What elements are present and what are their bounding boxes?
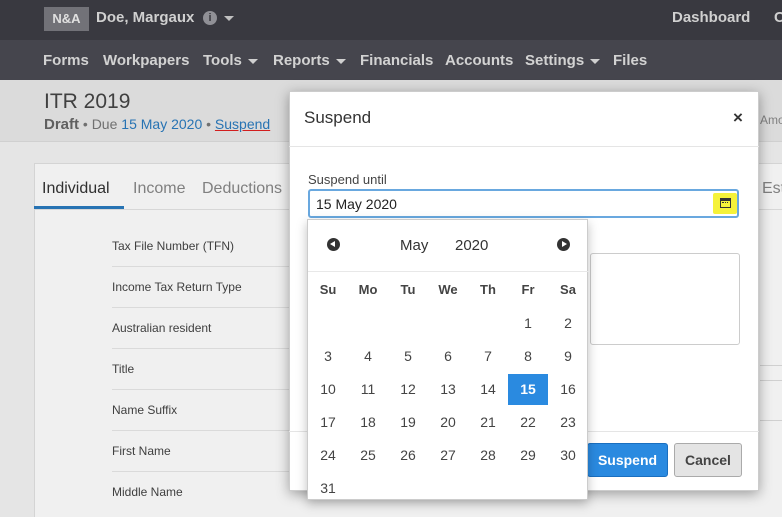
weekday-label: Fr <box>521 282 535 297</box>
calendar-day[interactable]: 29 <box>508 439 548 472</box>
weekday-label: Th <box>480 282 496 297</box>
calendar-empty-cell <box>308 307 348 340</box>
weekday-label: Mo <box>358 282 378 297</box>
calendar-day[interactable]: 20 <box>428 406 468 439</box>
calendar-empty-cell <box>428 307 468 340</box>
calendar-day[interactable]: 4 <box>348 340 388 373</box>
calendar-empty-cell <box>348 307 388 340</box>
weekday-label: Tu <box>400 282 416 297</box>
calendar-week-row: 3456789 <box>308 340 589 373</box>
calendar-day[interactable]: 23 <box>548 406 588 439</box>
calendar-empty-cell <box>468 307 508 340</box>
calendar-day[interactable]: 27 <box>428 439 468 472</box>
weekday-label: Sa <box>560 282 576 297</box>
datepicker: May 2020 Su Mo Tu We Th Fr Sa 1234567891… <box>307 219 589 500</box>
calendar-day[interactable]: 12 <box>388 373 428 406</box>
calendar-day[interactable]: 16 <box>548 373 588 406</box>
calendar-day[interactable]: 22 <box>508 406 548 439</box>
suspend-until-label: Suspend until <box>308 172 387 187</box>
modal-header-divider <box>289 146 759 147</box>
calendar-day[interactable]: 6 <box>428 340 468 373</box>
weekday-label: Su <box>319 282 337 297</box>
calendar-day[interactable]: 5 <box>388 340 428 373</box>
calendar-day[interactable]: 2 <box>548 307 588 340</box>
calendar-day[interactable]: 28 <box>468 439 508 472</box>
calendar-icon <box>720 198 731 208</box>
calendar-week-row: 17 18 19 20 21 22 23 <box>308 406 589 439</box>
calendar-day[interactable]: 8 <box>508 340 548 373</box>
weekday-header: Su Mo Tu We Th Fr Sa <box>308 272 589 307</box>
calendar-day-selected[interactable]: 15 <box>508 374 548 405</box>
calendar-empty-cell <box>388 307 428 340</box>
prev-month-icon[interactable] <box>327 238 340 251</box>
calendar-day[interactable]: 14 <box>468 373 508 406</box>
modal-title: Suspend <box>304 108 372 127</box>
calendar-day[interactable]: 9 <box>548 340 588 373</box>
calendar-button[interactable] <box>713 193 737 214</box>
calendar-week-row: 12 <box>308 307 589 340</box>
calendar-day[interactable]: 18 <box>348 406 388 439</box>
calendar-empty-cell <box>388 472 428 505</box>
calendar-empty-cell <box>468 472 508 505</box>
note-textarea[interactable] <box>590 253 740 345</box>
calendar-day[interactable]: 30 <box>548 439 588 472</box>
calendar-week-row: 10 11 12 13 14 15 16 <box>308 373 589 406</box>
calendar-day[interactable]: 17 <box>308 406 348 439</box>
calendar-day[interactable]: 11 <box>348 373 388 406</box>
suspend-until-date-input[interactable] <box>308 189 739 218</box>
calendar-empty-cell <box>348 472 388 505</box>
datepicker-month[interactable]: May <box>400 237 428 254</box>
suspend-button[interactable]: Suspend <box>587 443 668 477</box>
datepicker-grid: Su Mo Tu We Th Fr Sa 1 2 3 4 5 6 7 8 9 10 11 12 13 14… <box>308 271 589 505</box>
weekday-label: We <box>438 282 458 297</box>
calendar-day[interactable]: 13 <box>428 373 468 406</box>
calendar-day[interactable]: 21 <box>468 406 508 439</box>
calendar-day[interactable]: 7 <box>468 340 508 373</box>
calendar-day[interactable]: 10 <box>308 373 348 406</box>
calendar-week-row: 24 25 26 27 28 29 30 <box>308 439 589 472</box>
calendar-week-row: 31 <box>308 472 589 505</box>
datepicker-year[interactable]: 2020 <box>455 237 488 254</box>
next-month-icon[interactable] <box>557 238 570 251</box>
cancel-button[interactable]: Cancel <box>674 443 742 477</box>
calendar-empty-cell <box>548 472 588 505</box>
calendar-day[interactable]: 31 <box>308 472 348 505</box>
calendar-day[interactable]: 26 <box>388 439 428 472</box>
calendar-day[interactable]: 3 <box>308 340 348 373</box>
calendar-day[interactable]: 24 <box>308 439 348 472</box>
calendar-empty-cell <box>428 472 468 505</box>
calendar-day[interactable]: 1 <box>508 307 548 340</box>
calendar-day[interactable]: 25 <box>348 439 388 472</box>
calendar-day[interactable]: 19 <box>388 406 428 439</box>
close-icon[interactable]: × <box>733 108 743 128</box>
calendar-empty-cell <box>508 472 548 505</box>
